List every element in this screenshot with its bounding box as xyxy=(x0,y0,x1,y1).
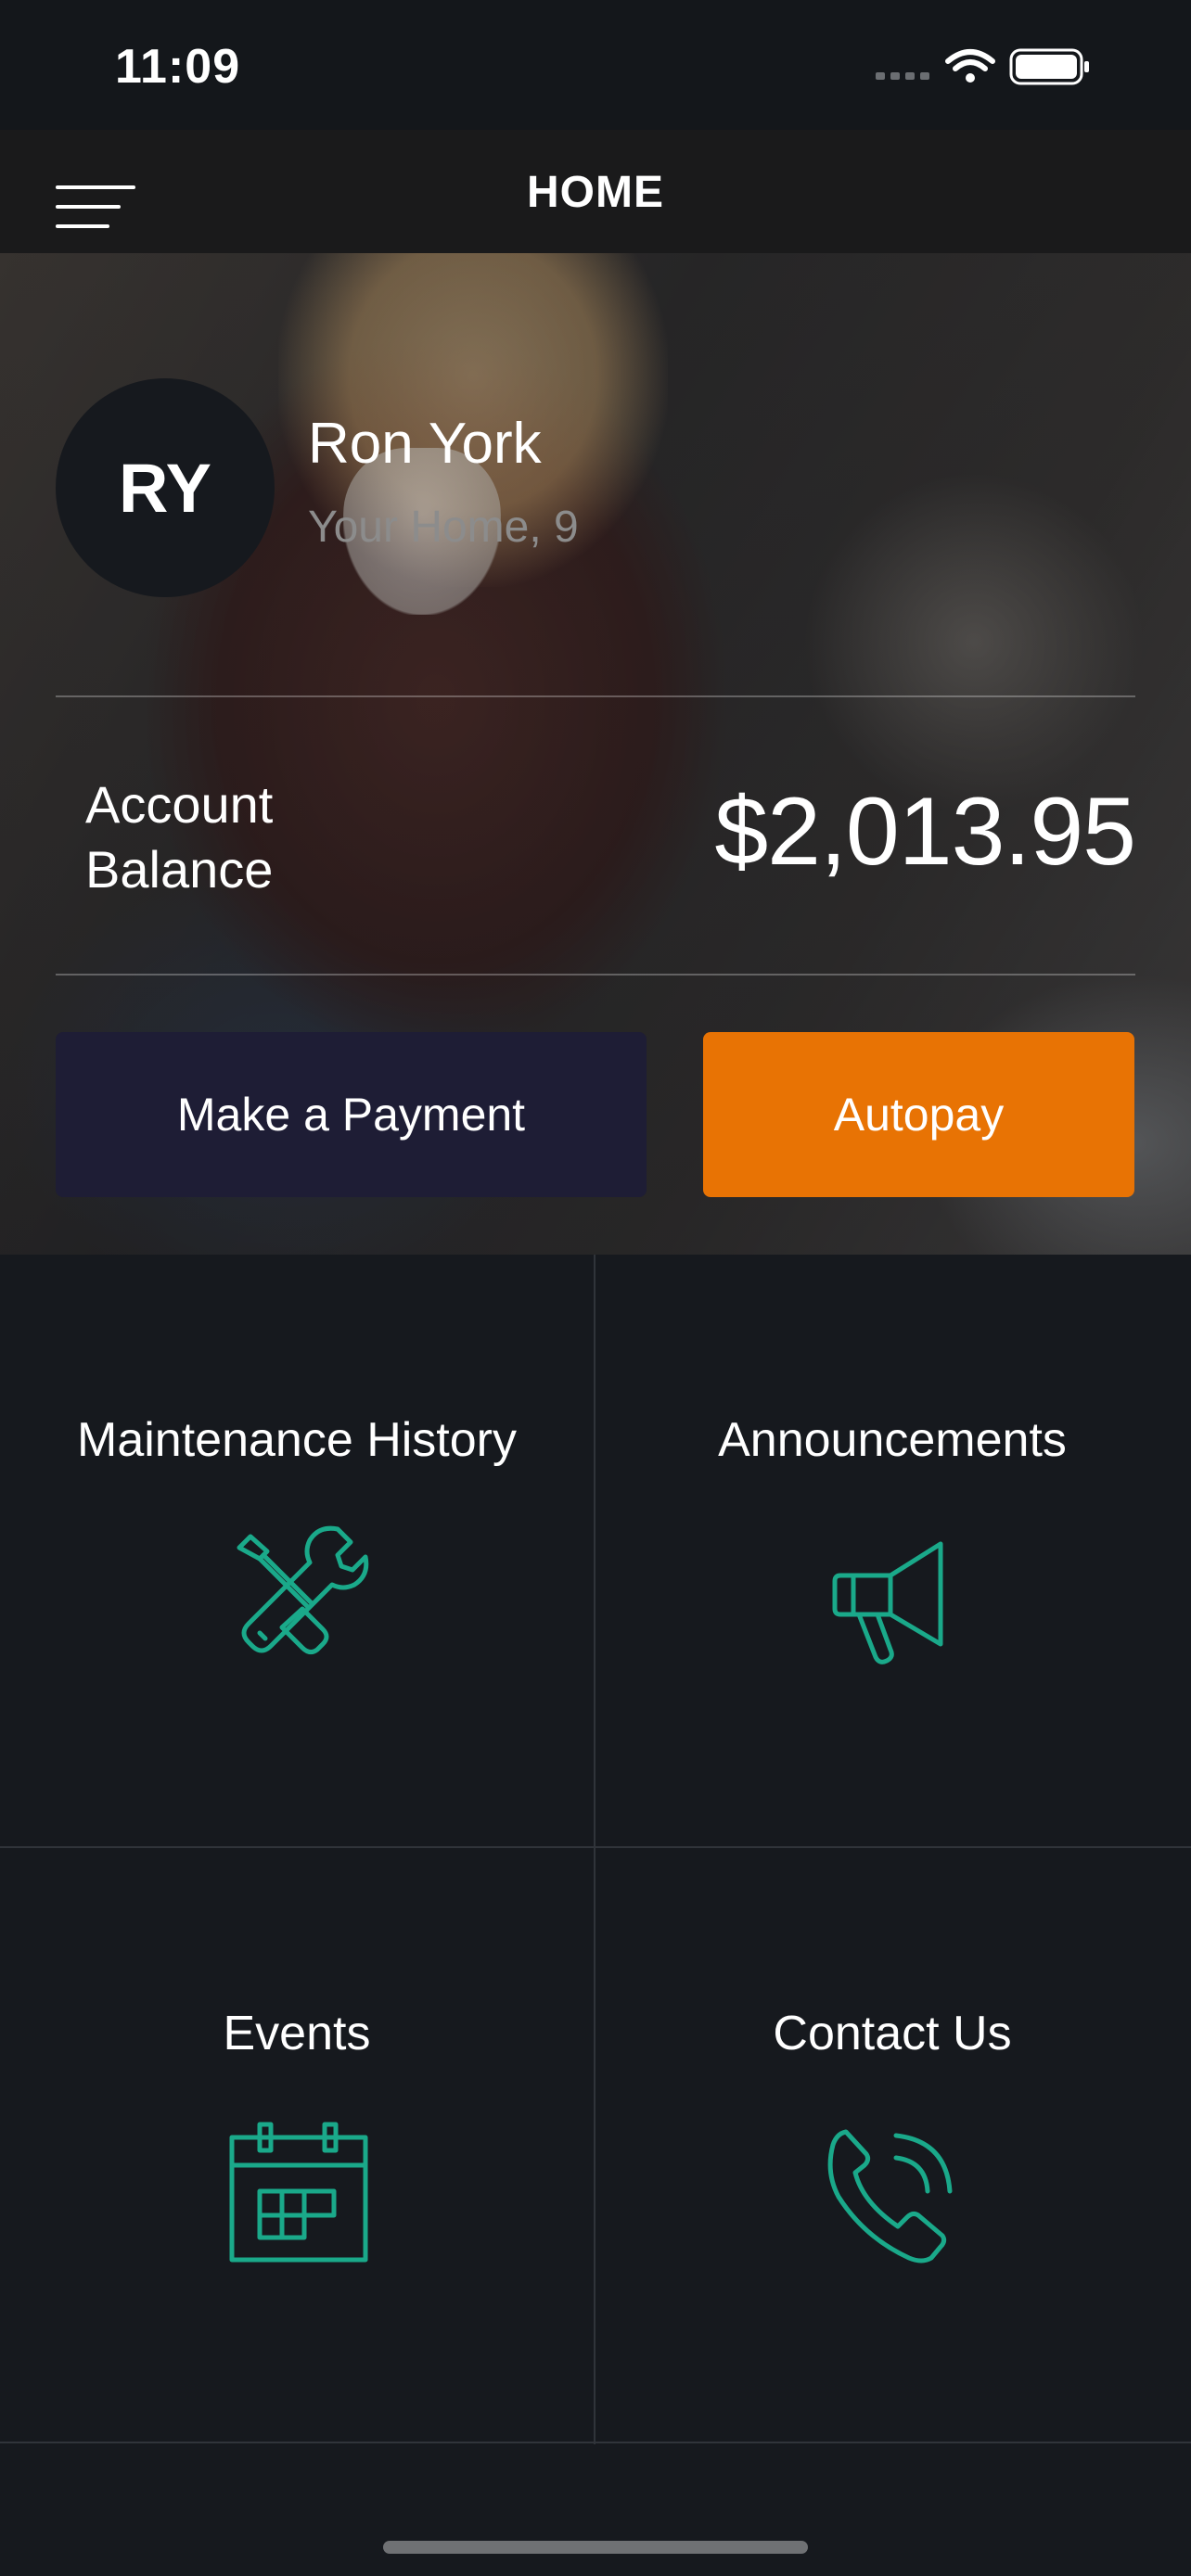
feature-grid: Maintenance History Announcements Events… xyxy=(0,1255,1191,2444)
tile-events[interactable]: Events xyxy=(0,1848,594,2440)
home-indicator[interactable] xyxy=(383,2541,808,2554)
tile-label: Announcements xyxy=(718,1413,1067,1467)
account-summary-hero: RY Ron York Your Home, 9 Account Balance… xyxy=(0,253,1191,1255)
status-time: 11:09 xyxy=(115,40,241,94)
calendar-icon xyxy=(229,2122,368,2263)
tile-label: Events xyxy=(223,2007,371,2060)
megaphone-icon xyxy=(832,1541,943,1664)
tile-label: Maintenance History xyxy=(77,1413,517,1467)
page-title: HOME xyxy=(527,168,664,217)
wrench-screwdriver-icon xyxy=(237,1525,369,1655)
balance-amount: $2,013.95 xyxy=(714,778,1136,886)
status-bar: 11:09 xyxy=(0,0,1191,130)
status-icons xyxy=(876,45,1117,91)
phone-icon xyxy=(827,2129,953,2264)
user-address: Your Home, 9 xyxy=(308,503,579,552)
make-payment-button[interactable]: Make a Payment xyxy=(56,1032,647,1197)
tile-label: Contact Us xyxy=(773,2007,1012,2060)
autopay-button[interactable]: Autopay xyxy=(703,1032,1134,1197)
grid-divider xyxy=(0,2442,1191,2443)
tile-announcements[interactable]: Announcements xyxy=(596,1255,1189,1846)
balance-label: Account Balance xyxy=(85,775,274,899)
tile-contact-us[interactable]: Contact Us xyxy=(596,1848,1189,2440)
divider xyxy=(56,974,1135,976)
menu-line xyxy=(56,224,109,228)
divider xyxy=(56,695,1135,697)
tile-maintenance-history[interactable]: Maintenance History xyxy=(0,1255,594,1846)
user-name: Ron York xyxy=(308,412,542,476)
nav-bar: HOME xyxy=(0,130,1191,253)
signal-wifi-battery-icon xyxy=(876,48,1089,85)
avatar: RY xyxy=(56,378,275,597)
